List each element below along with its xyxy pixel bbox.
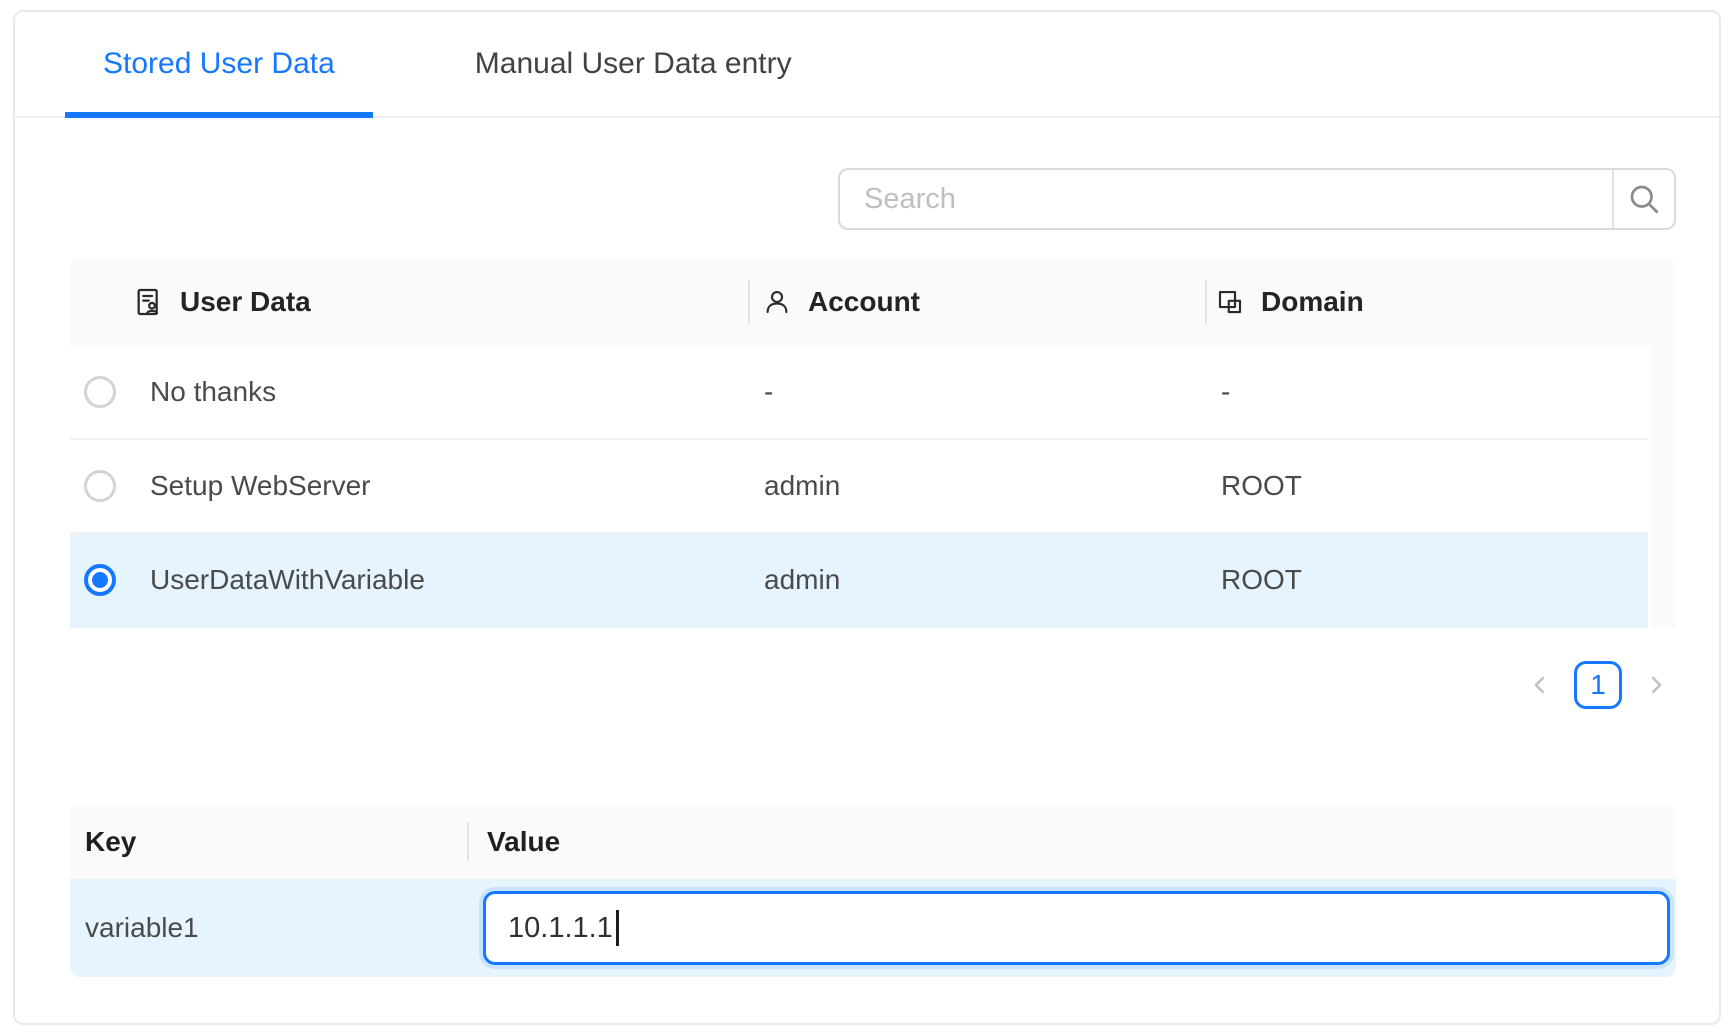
variable-value-text: 10.1.1.1: [508, 912, 613, 945]
search-group: [838, 168, 1676, 230]
search-row: [70, 168, 1676, 230]
radio-cell: [70, 470, 130, 502]
cell-domain: -: [1205, 376, 1648, 408]
column-label: User Data: [180, 286, 311, 318]
search-button[interactable]: [1612, 170, 1674, 228]
tab-label: Manual User Data entry: [475, 47, 792, 81]
column-label: Domain: [1261, 286, 1364, 318]
table-row-no-thanks[interactable]: No thanks - -: [70, 346, 1648, 440]
stored-user-data-table: User Data Account: [70, 258, 1676, 628]
cell-user-data: Setup WebServer: [130, 470, 748, 502]
cell-user-data: UserDataWithVariable: [130, 564, 748, 596]
tab-panel-stored-user-data: User Data Account: [15, 168, 1719, 977]
tab-label: Stored User Data: [103, 47, 335, 81]
tab-manual-user-data-entry[interactable]: Manual User Data entry: [437, 12, 830, 116]
column-header-account: Account: [748, 258, 1205, 346]
radio-userdatawithvariable[interactable]: [84, 564, 116, 596]
column-label: Account: [808, 286, 920, 318]
cell-account: admin: [748, 564, 1205, 596]
tab-stored-user-data[interactable]: Stored User Data: [65, 12, 373, 116]
chevron-right-icon: [1642, 671, 1670, 699]
cell-variable-key: variable1: [70, 912, 467, 944]
cell-domain: ROOT: [1205, 470, 1648, 502]
active-tab-indicator: [65, 112, 373, 118]
variables-table: Key Value variable1 10.1.1.1: [70, 804, 1676, 977]
table-scrollbar-track[interactable]: [1651, 346, 1676, 628]
cell-domain: ROOT: [1205, 564, 1648, 596]
chevron-left-icon: [1526, 671, 1554, 699]
variable-value-input[interactable]: 10.1.1.1: [483, 891, 1670, 965]
pagination-prev-button[interactable]: [1520, 661, 1560, 709]
variable-row-variable1: variable1 10.1.1.1: [70, 879, 1676, 977]
tab-bar: Stored User Data Manual User Data entry: [15, 12, 1719, 118]
table-header: User Data Account: [70, 258, 1676, 346]
variables-table-header: Key Value: [70, 804, 1676, 879]
cell-account: admin: [748, 470, 1205, 502]
column-header-domain: Domain: [1205, 258, 1648, 346]
cell-variable-value: 10.1.1.1: [467, 891, 1676, 965]
radio-no-thanks[interactable]: [84, 376, 116, 408]
search-input[interactable]: [840, 170, 1612, 228]
pagination: 1: [70, 661, 1676, 709]
table-row-setup-webserver[interactable]: Setup WebServer admin ROOT: [70, 440, 1648, 534]
column-header-value: Value: [467, 804, 1676, 879]
column-header-user-data: User Data: [70, 258, 748, 346]
column-header-key: Key: [70, 826, 467, 858]
radio-setup-webserver[interactable]: [84, 470, 116, 502]
table-row-userdatawithvariable[interactable]: UserDataWithVariable admin ROOT: [70, 534, 1648, 628]
radio-cell: [70, 564, 130, 596]
block-icon: [1215, 287, 1245, 317]
solution-icon: [132, 286, 164, 318]
search-icon: [1626, 181, 1662, 217]
cell-user-data: No thanks: [130, 376, 748, 408]
pagination-next-button[interactable]: [1636, 661, 1676, 709]
pagination-page-1[interactable]: 1: [1574, 661, 1622, 709]
table-body: No thanks - - Setup WebServer admin ROOT: [70, 346, 1676, 628]
header-scrollbar-cell: [1648, 258, 1676, 346]
cell-account: -: [748, 376, 1205, 408]
radio-cell: [70, 376, 130, 408]
text-cursor: [616, 910, 619, 946]
user-data-panel: Stored User Data Manual User Data entry: [13, 10, 1721, 1025]
user-icon: [762, 287, 792, 317]
